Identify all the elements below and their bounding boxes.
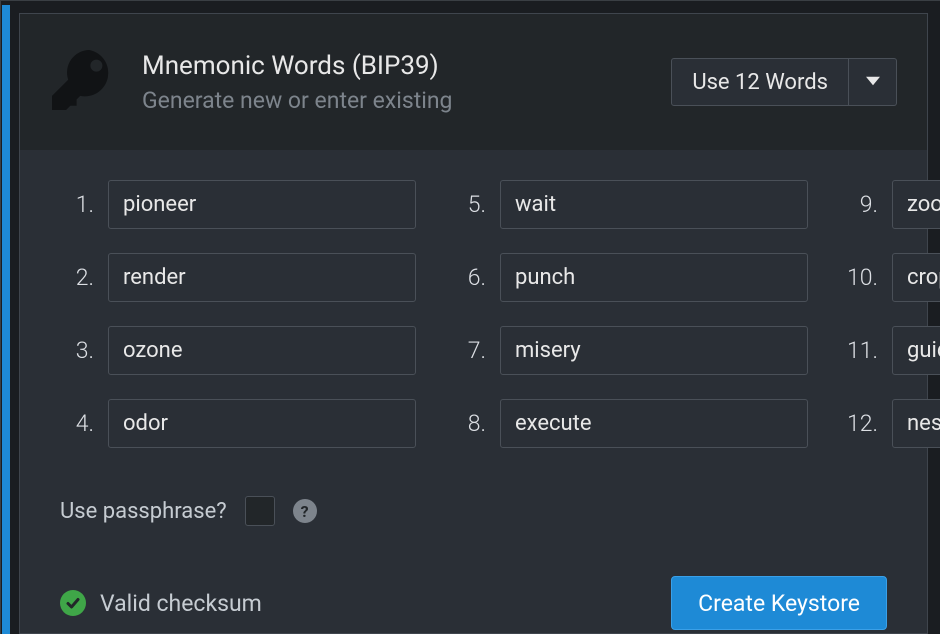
word-count-dropdown[interactable]	[849, 58, 897, 106]
word-input-1[interactable]	[108, 180, 416, 229]
panel-subtitle: Generate new or enter existing	[142, 87, 647, 114]
word-input-11[interactable]	[892, 326, 940, 375]
word-number: 1.	[60, 191, 94, 218]
word-row: 8.	[452, 399, 808, 448]
word-number: 8.	[452, 410, 486, 437]
word-input-6[interactable]	[500, 253, 808, 302]
word-input-7[interactable]	[500, 326, 808, 375]
word-row: 9.	[844, 180, 940, 229]
word-input-9[interactable]	[892, 180, 940, 229]
passphrase-row: Use passphrase? ?	[60, 496, 887, 526]
word-number: 7.	[452, 337, 486, 364]
checksum-status: Valid checksum	[60, 590, 262, 617]
create-keystore-button[interactable]: Create Keystore	[671, 576, 887, 630]
word-number: 4.	[60, 410, 94, 437]
word-number: 3.	[60, 337, 94, 364]
passphrase-label: Use passphrase?	[60, 499, 227, 524]
key-icon	[46, 44, 118, 120]
accent-bar	[2, 5, 10, 634]
word-row: 4.	[60, 399, 416, 448]
word-input-3[interactable]	[108, 326, 416, 375]
word-row: 10.	[844, 253, 940, 302]
word-row: 1.	[60, 180, 416, 229]
help-icon[interactable]: ?	[293, 499, 317, 523]
header-text: Mnemonic Words (BIP39) Generate new or e…	[142, 51, 647, 114]
checksum-status-text: Valid checksum	[100, 590, 262, 617]
panel-title: Mnemonic Words (BIP39)	[142, 51, 647, 81]
word-input-4[interactable]	[108, 399, 416, 448]
panel-body: 1. 2. 3. 4. 5. 6. 7. 8. 9. 10. 11. 12. Use passphra…	[20, 150, 927, 634]
word-row: 6.	[452, 253, 808, 302]
mnemonic-panel: Mnemonic Words (BIP39) Generate new or e…	[19, 13, 928, 634]
word-input-12[interactable]	[892, 399, 940, 448]
word-number: 12.	[844, 410, 878, 437]
panel-header: Mnemonic Words (BIP39) Generate new or e…	[20, 14, 927, 150]
word-number: 9.	[844, 191, 878, 218]
mnemonic-words-grid: 1. 2. 3. 4. 5. 6. 7. 8. 9. 10. 11. 12.	[60, 180, 887, 448]
word-number: 5.	[452, 191, 486, 218]
word-row: 12.	[844, 399, 940, 448]
word-number: 6.	[452, 264, 486, 291]
word-row: 7.	[452, 326, 808, 375]
caret-down-icon	[866, 73, 880, 92]
word-row: 11.	[844, 326, 940, 375]
word-row: 5.	[452, 180, 808, 229]
word-input-2[interactable]	[108, 253, 416, 302]
panel-footer: Valid checksum Create Keystore	[60, 576, 887, 634]
word-number: 10.	[844, 264, 878, 291]
word-count-selector[interactable]: Use 12 Words	[671, 58, 897, 106]
word-input-5[interactable]	[500, 180, 808, 229]
word-count-button[interactable]: Use 12 Words	[671, 58, 849, 106]
check-circle-icon	[60, 590, 86, 616]
word-number: 11.	[844, 337, 878, 364]
word-number: 2.	[60, 264, 94, 291]
window: Mnemonic Words (BIP39) Generate new or e…	[0, 0, 940, 634]
word-input-8[interactable]	[500, 399, 808, 448]
word-input-10[interactable]	[892, 253, 940, 302]
passphrase-checkbox[interactable]	[245, 496, 275, 526]
word-row: 3.	[60, 326, 416, 375]
word-row: 2.	[60, 253, 416, 302]
